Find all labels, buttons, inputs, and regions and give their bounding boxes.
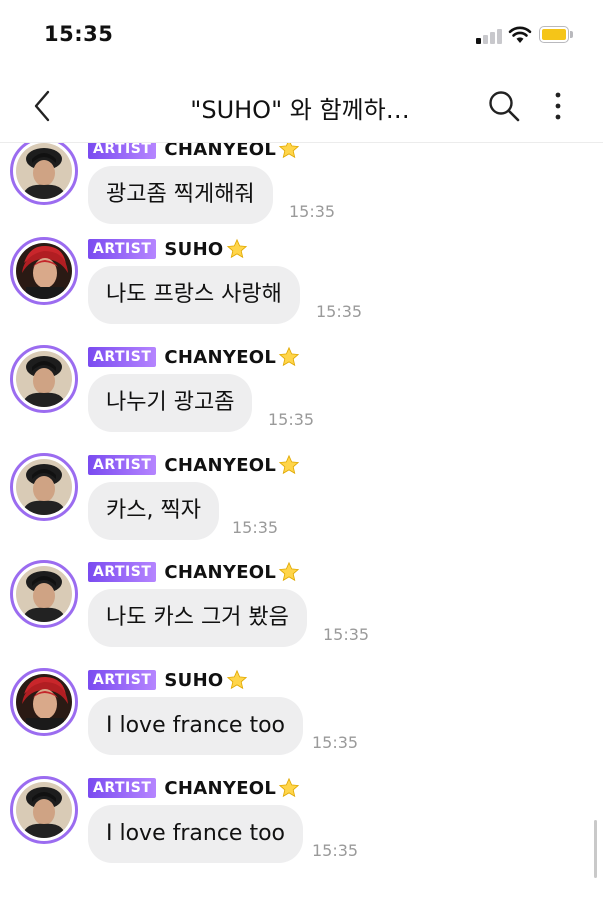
battery-fill [542, 29, 566, 40]
artist-badge: ARTIST [88, 670, 157, 690]
message-bubble[interactable]: 나누기 광고좀 [88, 374, 253, 432]
sender-name[interactable]: CHANYEOL [164, 778, 276, 799]
message-timestamp: 15:35 [312, 841, 359, 860]
chat-message-list[interactable]: ARTIST CHANYEOL 광고좀 찍게해줘 15:35 ARTIST SUHO 나도 … [0, 143, 603, 900]
artist-badge: ARTIST [88, 239, 157, 259]
message-timestamp: 15:35 [232, 518, 279, 537]
status-bar: 15:35 [0, 0, 603, 72]
message-header: ARTIST CHANYEOL [88, 143, 300, 160]
message-timestamp: 15:35 [268, 410, 315, 429]
scrollbar[interactable] [594, 820, 597, 878]
message-bubble[interactable]: 카스, 찍자 [88, 482, 219, 540]
message-header: ARTIST CHANYEOL [88, 777, 300, 799]
avatar-chanyeol[interactable] [10, 143, 78, 205]
message-timestamp: 15:35 [323, 625, 370, 644]
star-icon [276, 777, 300, 798]
status-time: 15:35 [44, 22, 114, 46]
artist-badge: ARTIST [88, 143, 157, 159]
message-header: ARTIST CHANYEOL [88, 454, 300, 476]
message-item: ARTIST CHANYEOL 나도 카스 그거 봤음 15:35 [0, 560, 603, 669]
sender-name[interactable]: SUHO [164, 670, 223, 691]
avatar-chanyeol[interactable] [10, 345, 78, 413]
avatar-suho[interactable] [10, 668, 78, 736]
avatar-chanyeol[interactable] [10, 776, 78, 844]
sender-name[interactable]: SUHO [164, 239, 223, 260]
star-icon [224, 669, 248, 690]
wifi-icon [508, 26, 532, 43]
cellular-signal-icon [476, 28, 504, 44]
more-vertical-icon[interactable] [546, 88, 570, 124]
chat-title: "SUHO" 와 함께하… [190, 96, 410, 124]
message-item: ARTIST CHANYEOL 나누기 광고좀 15:35 [0, 345, 603, 454]
avatar-chanyeol[interactable] [10, 560, 78, 628]
star-icon [224, 238, 248, 259]
star-icon [276, 561, 300, 582]
star-icon [276, 454, 300, 475]
avatar-suho[interactable] [10, 237, 78, 305]
message-timestamp: 15:35 [289, 202, 336, 221]
star-icon [276, 346, 300, 367]
message-bubble[interactable]: 나도 프랑스 사랑해 [88, 266, 300, 324]
sender-name[interactable]: CHANYEOL [164, 143, 276, 160]
avatar-chanyeol[interactable] [10, 453, 78, 521]
nav-bar: "SUHO" 와 함께하… [0, 72, 603, 143]
star-icon [276, 143, 300, 159]
message-header: ARTIST SUHO [88, 669, 248, 691]
message-bubble[interactable]: 광고좀 찍게해줘 [88, 166, 273, 224]
message-header: ARTIST CHANYEOL [88, 561, 300, 583]
message-item: ARTIST CHANYEOL 광고좀 찍게해줘 15:35 [0, 143, 603, 246]
search-icon[interactable] [486, 88, 522, 124]
artist-badge: ARTIST [88, 347, 157, 367]
artist-badge: ARTIST [88, 455, 157, 475]
message-item: ARTIST CHANYEOL 카스, 찍자 15:35 [0, 453, 603, 562]
message-bubble[interactable]: I love france too [88, 805, 303, 863]
battery-icon [539, 26, 573, 43]
message-item: ARTIST SUHO I love france too 15:35 [0, 668, 603, 777]
sender-name[interactable]: CHANYEOL [164, 562, 276, 583]
chevron-left-icon[interactable] [26, 86, 62, 126]
message-timestamp: 15:35 [312, 733, 359, 752]
message-bubble[interactable]: 나도 카스 그거 봤음 [88, 589, 307, 647]
sender-name[interactable]: CHANYEOL [164, 347, 276, 368]
message-timestamp: 15:35 [316, 302, 363, 321]
message-bubble[interactable]: I love france too [88, 697, 303, 755]
message-item: ARTIST CHANYEOL I love france too 15:35 [0, 776, 603, 885]
message-header: ARTIST CHANYEOL [88, 346, 300, 368]
message-item: ARTIST SUHO 나도 프랑스 사랑해 15:35 [0, 237, 603, 346]
message-header: ARTIST SUHO [88, 238, 248, 260]
artist-badge: ARTIST [88, 778, 157, 798]
sender-name[interactable]: CHANYEOL [164, 455, 276, 476]
artist-badge: ARTIST [88, 562, 157, 582]
